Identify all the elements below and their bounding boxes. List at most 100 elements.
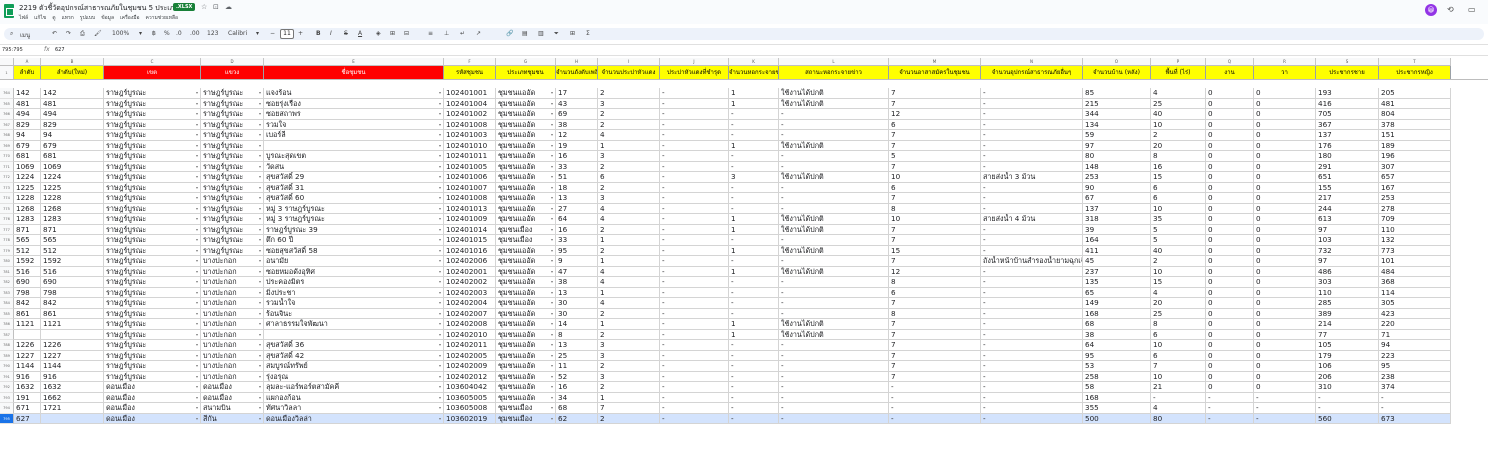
table-cell[interactable]: 681 [14, 151, 41, 162]
table-cell[interactable]: 500 [1083, 413, 1151, 424]
table-cell[interactable]: 148 [1083, 161, 1151, 172]
table-cell[interactable]: - [981, 245, 1083, 256]
table-cell[interactable]: 4 [598, 214, 660, 225]
paint-format-icon[interactable]: 🖌 [94, 30, 102, 37]
table-cell[interactable]: 10 [889, 214, 981, 225]
table-cell[interactable]: 6 [1151, 182, 1206, 193]
table-cell[interactable]: 142 [41, 88, 104, 99]
table-cell[interactable]: 2 [598, 109, 660, 120]
table-cell[interactable]: - [981, 277, 1083, 288]
table-cell[interactable]: สุขสวัสดิ์ 42 ▾ [264, 350, 444, 361]
table-cell[interactable]: ราษฎร์บูรณะ ▾ [201, 119, 264, 130]
table-cell[interactable]: ซอยรุ่งเรือง ▾ [264, 98, 444, 109]
table-cell[interactable]: 423 [1379, 308, 1451, 319]
table-cell[interactable]: บางปะกอก ▾ [201, 277, 264, 288]
table-cell[interactable]: 1144 [41, 361, 104, 372]
table-cell[interactable]: 1227 [14, 350, 41, 361]
table-cell[interactable]: 16 [1151, 161, 1206, 172]
chevron-down-icon[interactable]: ▾ [439, 382, 441, 392]
decrease-decimal-icon[interactable]: .0 [176, 30, 182, 37]
table-cell[interactable]: 0 [1206, 172, 1254, 183]
table-cell[interactable]: - [779, 203, 889, 214]
table-cell[interactable]: - [729, 130, 779, 141]
table-cell[interactable]: ใช้งานได้ปกติ [779, 319, 889, 330]
table-cell[interactable]: 1 [729, 98, 779, 109]
search-menu-label[interactable]: เมนู [20, 30, 30, 40]
table-cell[interactable]: ชุมชนแออัด ▾ [496, 88, 556, 99]
table-cell[interactable]: 0 [1254, 214, 1316, 225]
table-cell[interactable]: - [779, 413, 889, 424]
table-cell[interactable]: 5 [1151, 235, 1206, 246]
table-cell[interactable]: 15 [1151, 172, 1206, 183]
table-cell[interactable]: - [660, 350, 729, 361]
chevron-down-icon[interactable]: ▾ [196, 256, 198, 266]
table-cell[interactable]: 1226 [14, 340, 41, 351]
table-cell[interactable]: ราษฎร์บูรณะ ▾ [201, 88, 264, 99]
table-cell[interactable]: 1283 [14, 214, 41, 225]
table-cell[interactable]: ราษฎร์บูรณะ ▾ [104, 319, 201, 330]
table-cell[interactable]: 2 [1151, 256, 1206, 267]
table-cell[interactable]: 1228 [41, 193, 104, 204]
table-cell[interactable]: 0 [1254, 161, 1316, 172]
table-cell[interactable]: 16 [556, 382, 598, 393]
table-cell[interactable]: 8 [889, 308, 981, 319]
table-cell[interactable]: 627 [14, 413, 41, 424]
table-cell[interactable]: 1 [598, 235, 660, 246]
table-cell[interactable]: 2 [598, 382, 660, 393]
chevron-down-icon[interactable]: ▾ [196, 225, 198, 235]
table-cell[interactable]: 102402007 [444, 308, 496, 319]
table-cell[interactable]: ราษฎร์บูรณะ ▾ [104, 298, 201, 309]
table-cell[interactable]: ใช้งานได้ปกติ [779, 214, 889, 225]
table-cell[interactable]: 168 [1083, 308, 1151, 319]
search-icon[interactable]: ⌕ [10, 30, 13, 38]
table-cell[interactable]: - [660, 172, 729, 183]
sheet-grid[interactable]: A B C D E F G H I J K L M N O P Q R S T 1 ลำดับ ลำดับ(ใหม่) เขต… [0, 58, 1488, 468]
table-cell[interactable]: - [981, 193, 1083, 204]
table-cell[interactable]: 7 [889, 130, 981, 141]
table-cell[interactable]: 17 [556, 88, 598, 99]
table-cell[interactable]: 33 [556, 161, 598, 172]
table-cell[interactable]: 613 [1316, 214, 1379, 225]
table-cell[interactable]: ราษฎร์บูรณะ ▾ [201, 245, 264, 256]
table-cell[interactable]: 102402005 [444, 350, 496, 361]
table-cell[interactable]: สุขสวัสดิ์ 29 ▾ [264, 172, 444, 183]
table-cell[interactable]: - [779, 392, 889, 403]
table-cell[interactable]: ราษฎร์บูรณะ ▾ [104, 287, 201, 298]
table-cell[interactable]: หมู่ 3 ราษฎร์บูรณะ ▾ [264, 203, 444, 214]
table-cell[interactable]: 2 [598, 88, 660, 99]
table-cell[interactable]: ราษฎร์บูรณะ ▾ [104, 214, 201, 225]
column-header[interactable]: K [729, 58, 779, 66]
table-cell[interactable]: 0 [1254, 245, 1316, 256]
table-cell[interactable]: - [729, 182, 779, 193]
table-cell[interactable]: - [779, 235, 889, 246]
row-header[interactable]: 783 [0, 287, 14, 298]
table-cell[interactable]: - [981, 382, 1083, 393]
table-cell[interactable]: 0 [1206, 214, 1254, 225]
table-cell[interactable]: 102401008 [444, 193, 496, 204]
table-cell[interactable]: - [660, 98, 729, 109]
table-cell[interactable]: 0 [1206, 151, 1254, 162]
table-cell[interactable]: 0 [1254, 224, 1316, 235]
table-cell[interactable]: ใช้งานได้ปกติ [779, 88, 889, 99]
table-cell[interactable]: 53 [1083, 361, 1151, 372]
table-cell[interactable]: - [729, 361, 779, 372]
table-cell[interactable]: 709 [1379, 214, 1451, 225]
table-cell[interactable]: 94 [41, 130, 104, 141]
table-cell[interactable]: - [729, 287, 779, 298]
row-header[interactable]: 764 [0, 88, 14, 99]
table-cell[interactable]: 3 [598, 350, 660, 361]
table-cell[interactable]: 10 [1151, 203, 1206, 214]
table-cell[interactable]: 71 [1379, 329, 1451, 340]
table-cell[interactable]: 102401009 [444, 214, 496, 225]
column-header[interactable]: G [496, 58, 556, 66]
table-cell[interactable]: 1224 [14, 172, 41, 183]
table-cell[interactable]: ราษฎร์บูรณะ ▾ [104, 371, 201, 382]
table-cell[interactable]: 97 [1083, 140, 1151, 151]
table-cell[interactable]: - [779, 182, 889, 193]
chevron-down-icon[interactable]: ▾ [196, 340, 198, 350]
chevron-down-icon[interactable]: ▾ [259, 277, 261, 287]
table-cell[interactable]: อนามัย ▾ [264, 256, 444, 267]
chevron-down-icon[interactable]: ▾ [551, 288, 553, 298]
table-cell[interactable]: ราษฎร์บูรณะ ▾ [201, 203, 264, 214]
table-cell[interactable]: 155 [1316, 182, 1379, 193]
